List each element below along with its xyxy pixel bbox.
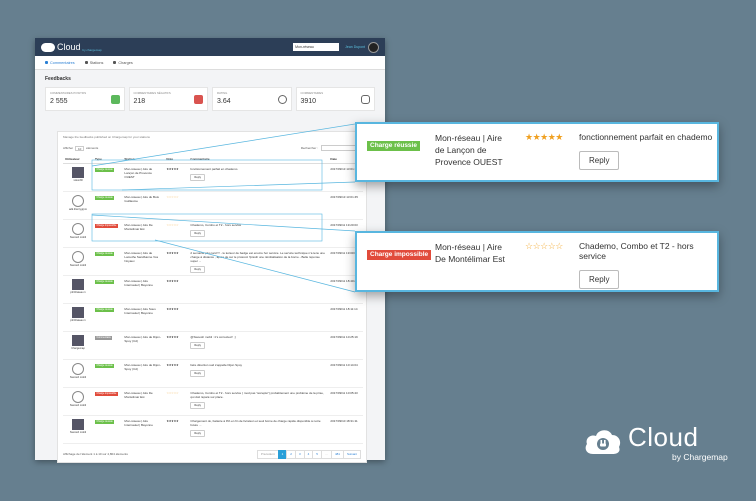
- star-rating: ★★★★★: [525, 132, 563, 142]
- reply-button[interactable]: Reply: [579, 151, 620, 170]
- connector-line: [154, 239, 356, 293]
- brand-logo: Cloud by Chargemap: [584, 422, 734, 472]
- callout-failure: Charge impossible Mon-réseau | Aire De M…: [355, 231, 719, 292]
- type-badge: Charge impossible: [367, 249, 432, 260]
- callout-success: Charge réussie Mon-réseau | Aire de Lanç…: [355, 122, 719, 182]
- callout-comment: Chademo, Combo et T2 - hors service: [579, 241, 694, 261]
- connector-line: [121, 181, 356, 191]
- brand-name: Cloud: [628, 422, 699, 452]
- highlight-box: [91, 213, 323, 242]
- type-badge: Charge réussie: [367, 140, 420, 151]
- reply-button[interactable]: Reply: [579, 270, 620, 289]
- star-rating: ☆☆☆☆☆: [525, 241, 563, 251]
- callout-station[interactable]: Mon-réseau | Aire de Lançon de Provence …: [429, 124, 515, 180]
- connector-line: [91, 214, 356, 232]
- highlight-box: [91, 159, 323, 191]
- brand-by: by Chargemap: [672, 452, 728, 462]
- callout-comment: fonctionnement parfait en chademo: [579, 132, 713, 142]
- cloud-plug-icon: [585, 430, 621, 454]
- connector-line: [91, 123, 356, 167]
- callout-station[interactable]: Mon-réseau | Aire De Montélimar Est: [429, 233, 515, 290]
